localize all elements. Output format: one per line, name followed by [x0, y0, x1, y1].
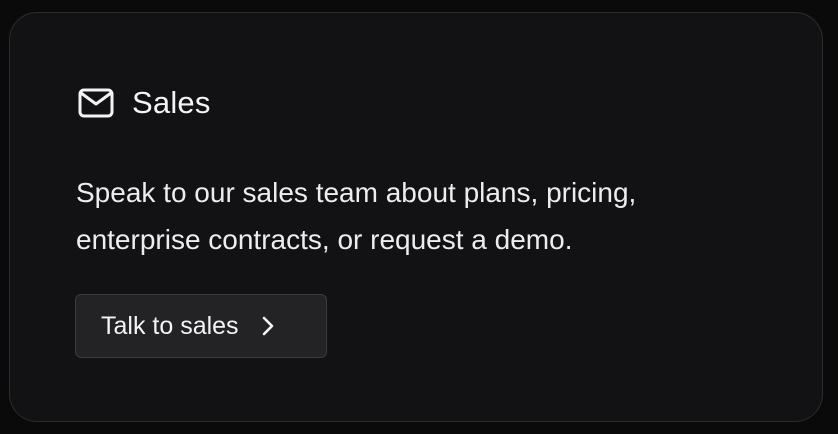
card-heading: Sales	[77, 85, 211, 121]
sales-card: Sales Speak to our sales team about plan…	[9, 12, 823, 422]
card-description: Speak to our sales team about plans, pri…	[76, 177, 637, 255]
mail-icon	[77, 85, 115, 121]
card-title: Sales	[132, 85, 211, 120]
talk-to-sales-button[interactable]: Talk to sales	[75, 294, 327, 358]
button-label: Talk to sales	[101, 311, 239, 340]
chevron-right-icon	[261, 315, 277, 337]
